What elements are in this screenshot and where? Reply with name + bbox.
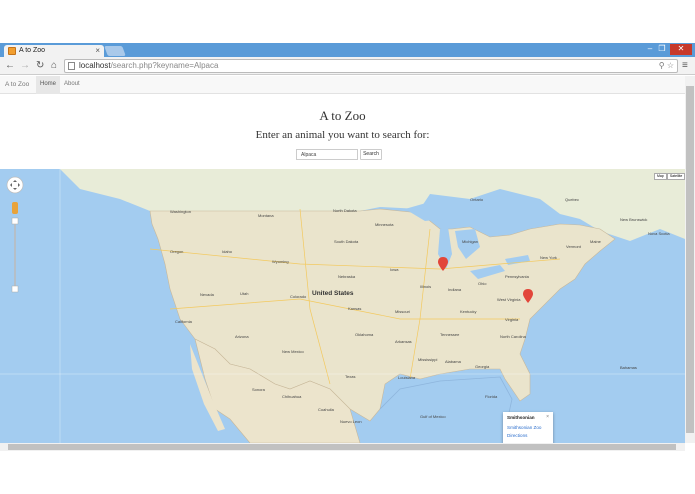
map-label: North Dakota xyxy=(333,208,357,213)
minimize-icon[interactable]: – xyxy=(645,44,655,55)
map-label: California xyxy=(175,319,192,324)
tab-strip: A to Zoo × – ❐ ✕ xyxy=(0,43,695,58)
browser-menu-icon[interactable]: ≡ xyxy=(682,60,688,71)
tab-close-icon[interactable]: × xyxy=(95,45,100,57)
page-icon xyxy=(68,62,75,70)
pan-control[interactable] xyxy=(6,176,24,194)
map-label: Washington xyxy=(170,209,191,214)
home-icon[interactable]: ⌂ xyxy=(51,60,57,71)
info-window: Smithsonian × Smithsonian Zoo Directions xyxy=(503,412,553,443)
browser-chrome: A to Zoo × – ❐ ✕ ← → ↻ ⌂ localhost/searc… xyxy=(0,43,695,75)
country-label: United States xyxy=(312,290,354,297)
map-label: Missouri xyxy=(395,309,410,314)
map-label: Nebraska xyxy=(338,274,356,279)
map-label: North Carolina xyxy=(500,334,526,339)
map-label: Kentucky xyxy=(460,309,477,314)
map-label: Louisiana xyxy=(398,375,416,380)
map-label: Mississippi xyxy=(418,357,438,362)
site-navbar: A to Zoo Home About xyxy=(0,76,685,94)
map-label: Florida xyxy=(485,394,498,399)
map-label: South Dakota xyxy=(334,239,359,244)
nav-about[interactable]: About xyxy=(60,76,84,94)
url-path: /search.php?keyname=Alpaca xyxy=(110,61,219,70)
map-type-map[interactable]: Map xyxy=(654,173,667,180)
smithsonian-zoo-link[interactable]: Smithsonian Zoo xyxy=(507,425,549,430)
navbar-brand[interactable]: A to Zoo xyxy=(5,76,29,94)
browser-toolbar: ← → ↻ ⌂ localhost/search.php?keyname=Alp… xyxy=(0,57,695,75)
map-label: New Brunswick xyxy=(620,217,648,222)
search-prompt: Enter an animal you want to search for: xyxy=(255,129,430,141)
pegman-icon[interactable] xyxy=(12,202,18,214)
maximize-icon[interactable]: ❐ xyxy=(657,44,667,55)
map-label: Nuevo Leon xyxy=(340,419,362,424)
map-label: Idaho xyxy=(222,249,233,254)
map-label: Chihuahua xyxy=(282,394,302,399)
zoom-in-button[interactable] xyxy=(11,217,19,225)
map-label: Michigan xyxy=(462,239,479,244)
map-label: Georgia xyxy=(475,364,490,369)
map-label: Bahamas xyxy=(620,365,637,370)
map-label: Kansas xyxy=(348,306,362,311)
map-label: Sonora xyxy=(252,387,265,392)
map-label: Ontario xyxy=(470,197,484,202)
map-label: Indiana xyxy=(448,287,462,292)
info-close-icon[interactable]: × xyxy=(546,414,549,420)
close-window-icon[interactable]: ✕ xyxy=(670,44,692,55)
info-title: Smithsonian xyxy=(507,415,535,420)
map-label: Arizona xyxy=(235,334,249,339)
reload-icon[interactable]: ↻ xyxy=(36,60,44,71)
map-label: Maine xyxy=(590,239,601,244)
bookmark-star-icon[interactable]: ⚲ ☆ xyxy=(659,60,674,72)
vertical-scroll-thumb[interactable] xyxy=(686,86,694,433)
map-label: Arkansas xyxy=(395,339,412,344)
map-label: Nevada xyxy=(200,292,214,297)
map-label: Texas xyxy=(345,374,356,379)
map-type-satellite[interactable]: Satellite xyxy=(666,173,686,180)
forward-icon[interactable]: → xyxy=(20,60,30,71)
map-label: West Virginia xyxy=(497,297,521,302)
map-label: Utah xyxy=(240,291,249,296)
directions-link[interactable]: Directions xyxy=(507,433,549,438)
map[interactable]: Washington Montana North Dakota Minnesota Or… xyxy=(0,169,685,443)
map-label: Ohio xyxy=(478,281,487,286)
search-input[interactable] xyxy=(296,149,358,160)
map-label: Nova Scotia xyxy=(648,231,670,236)
map-label: Virginia xyxy=(505,317,519,322)
address-bar[interactable]: localhost/search.php?keyname=Alpaca ⚲ ☆ xyxy=(64,59,678,73)
tab-title: A to Zoo xyxy=(19,47,46,54)
nav-home[interactable]: Home xyxy=(36,76,61,94)
map-label: Minnesota xyxy=(375,222,394,227)
map-label: Illinois xyxy=(420,284,432,289)
map-label: Iowa xyxy=(390,267,399,272)
zoom-out-button[interactable] xyxy=(11,285,19,293)
map-label: Montana xyxy=(258,213,274,218)
map-label: Tennessee xyxy=(440,332,460,337)
map-label: Alabama xyxy=(445,359,461,364)
map-label: Colorado xyxy=(290,294,307,299)
map-label: New York xyxy=(540,255,557,260)
map-label: Vermont xyxy=(566,244,581,249)
url-host: localhost xyxy=(79,61,111,70)
horizontal-scroll-thumb[interactable] xyxy=(8,444,676,450)
map-label: Coahuila xyxy=(318,407,334,412)
map-label: Pennsylvania xyxy=(505,274,529,279)
favicon-icon xyxy=(8,47,16,55)
map-label: Gulf of Mexico xyxy=(420,414,446,419)
map-type-control: Map Satellite xyxy=(654,173,686,180)
back-icon[interactable]: ← xyxy=(5,60,15,71)
page-title: A to Zoo xyxy=(319,108,366,123)
new-tab-button[interactable] xyxy=(104,46,126,56)
map-label: Oregon xyxy=(170,249,184,254)
map-label: Wyoming xyxy=(272,259,289,264)
map-label: Oklahoma xyxy=(355,332,374,337)
map-label: New Mexico xyxy=(282,349,304,354)
map-label: Quebec xyxy=(565,197,580,202)
search-button[interactable]: Search xyxy=(360,149,382,160)
